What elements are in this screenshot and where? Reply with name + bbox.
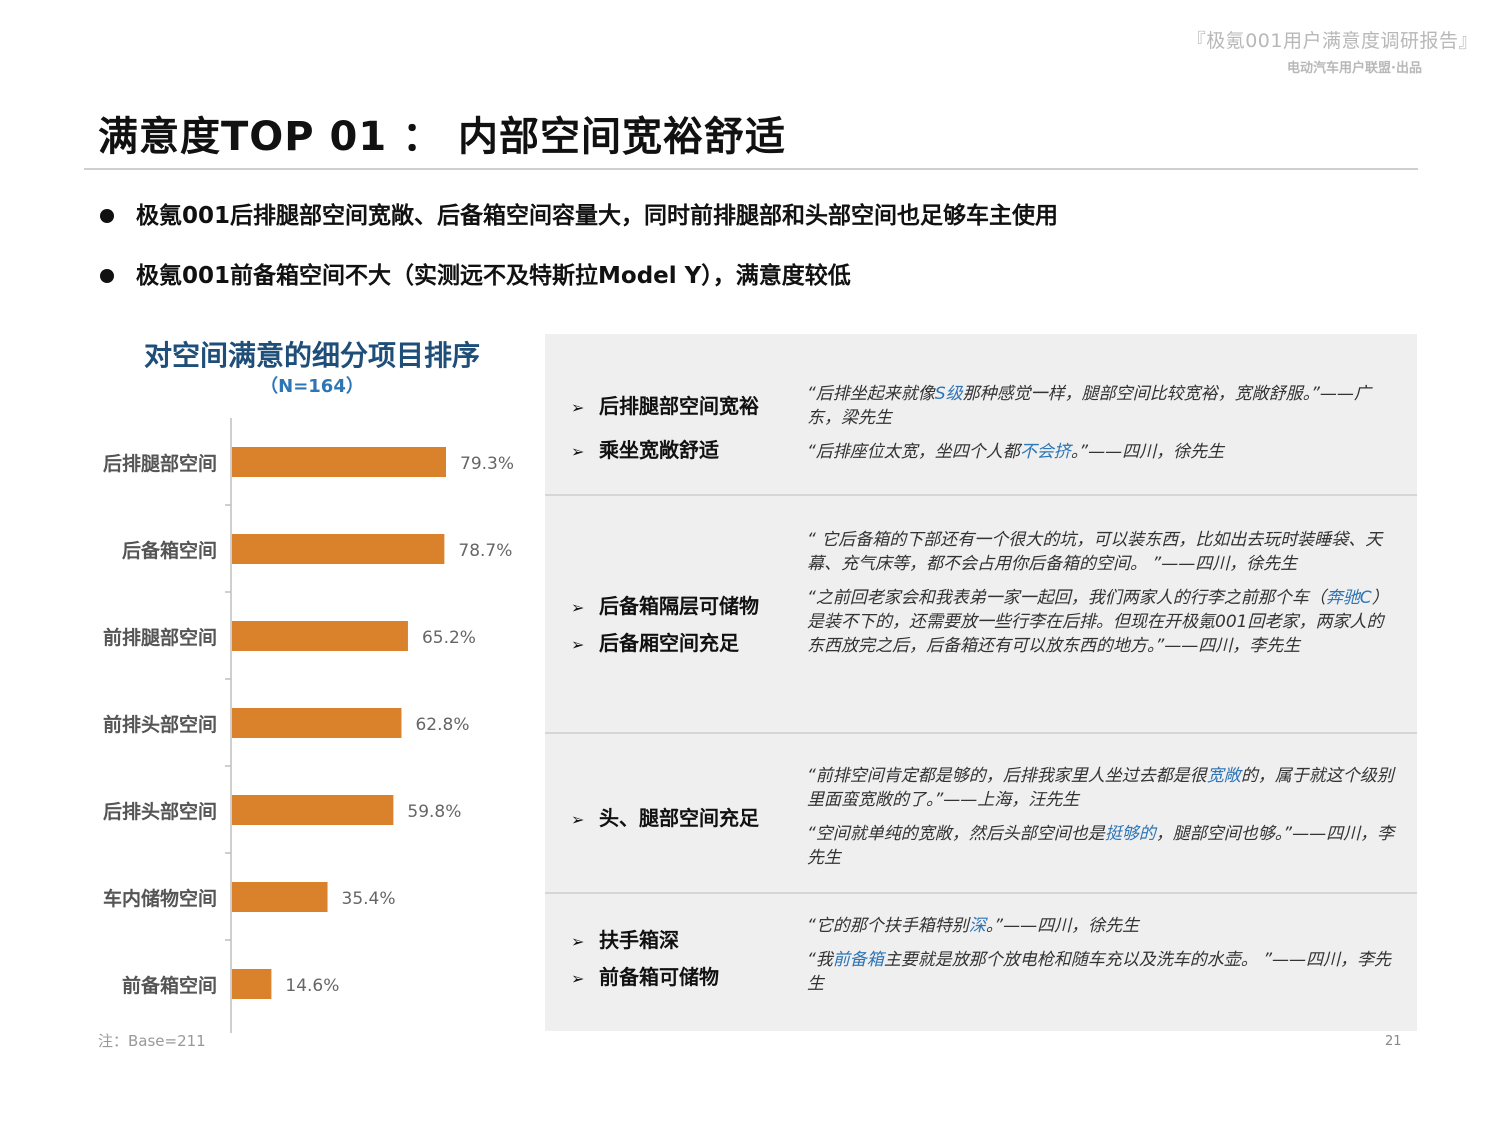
feedback-row: ➢ 扶手箱深 ➢ 前备箱可储物 “它的那个扶手箱特别深。”——四川，徐先生 “我前备箱主要…	[545, 894, 1417, 1031]
quote-text: “前排空间肯定都是够的，后排我家里人坐过去都是很	[807, 766, 1207, 786]
feedback-tag: ➢ 前备箱可储物	[571, 963, 719, 1000]
feedback-tags: ➢ 后备箱隔层可储物 ➢ 后备厢空间充足	[571, 592, 759, 666]
category-label: 前排头部空间	[103, 713, 217, 736]
feedback-tag: ➢ 后备箱隔层可储物	[571, 592, 759, 629]
feedback-quotes: “ 它后备箱的下部还有一个很大的坑，可以装东西，比如出去玩时装睡袋、天幕、充气床…	[807, 528, 1397, 668]
feedback-tag: ➢ 后排腿部空间宽裕	[571, 392, 759, 436]
user-quote: “后排座位太宽，坐四个人都不会挤。”——四川，徐先生	[807, 440, 1397, 464]
arrow-bullet-icon: ➢	[571, 810, 585, 829]
report-header: 『极氪001用户满意度调研报告』 电动汽车用户联盟·出品	[1187, 26, 1478, 76]
arrow-bullet-icon: ➢	[571, 598, 585, 617]
highlight-text: S级	[934, 384, 963, 404]
category-label: 后备箱空间	[122, 539, 217, 562]
highlight-text: 前备箱	[832, 950, 884, 970]
value-label: 35.4%	[342, 889, 396, 909]
publisher-label: 电动汽车用户联盟·出品	[1287, 61, 1422, 76]
bar	[232, 708, 402, 738]
value-label: 65.2%	[422, 628, 476, 648]
feedback-tag: ➢ 乘坐宽敞舒适	[571, 436, 759, 480]
highlight-text: 深	[968, 916, 986, 936]
user-quote: “后排坐起来就像S级那种感觉一样，腿部空间比较宽裕，宽敞舒服。”——广东，梁先生	[807, 382, 1397, 430]
page-number: 21	[1385, 1034, 1402, 1049]
feedback-tags: ➢ 头、腿部空间充足	[571, 804, 759, 841]
value-label: 79.3%	[460, 454, 514, 474]
highlight-text: 奔驰C	[1325, 588, 1372, 608]
highlight-text: 挺够的	[1104, 824, 1156, 844]
base-note: 注：Base=211	[98, 1032, 206, 1050]
arrow-bullet-icon: ➢	[571, 398, 585, 417]
feedback-panel: ➢ 后排腿部空间宽裕 ➢ 乘坐宽敞舒适 “后排坐起来就像S级那种感觉一样，腿部空间比较宽…	[545, 334, 1417, 1031]
category-label: 后排腿部空间	[103, 452, 217, 475]
satisfaction-bar-chart: 后排腿部空间 79.3% 后备箱空间 78.7% 前排腿部空间 65.2% 前排头部空间 62…	[103, 418, 514, 1033]
arrow-bullet-icon: ➢	[571, 932, 585, 951]
bar	[232, 621, 408, 651]
user-quote: “它的那个扶手箱特别深。”——四川，徐先生	[807, 914, 1397, 938]
feedback-tag-label: 头、腿部空间充足	[599, 806, 759, 830]
value-label: 59.8%	[407, 802, 461, 822]
quote-text: “ 它后备箱的下部还有一个很大的坑，可以装东西，比如出去玩时装睡袋、天幕、充气床…	[807, 530, 1383, 574]
category-label: 前备箱空间	[122, 974, 217, 997]
quote-text: “它的那个扶手箱特别	[807, 916, 969, 936]
feedback-tag-label: 乘坐宽敞舒适	[599, 438, 719, 462]
feedback-quotes: “后排坐起来就像S级那种感觉一样，腿部空间比较宽裕，宽敞舒服。”——广东，梁先生…	[807, 382, 1397, 474]
bar	[232, 447, 446, 477]
feedback-tag: ➢ 扶手箱深	[571, 926, 719, 963]
feedback-quotes: “它的那个扶手箱特别深。”——四川，徐先生 “我前备箱主要就是放那个放电枪和随车充…	[807, 914, 1397, 1006]
arrow-bullet-icon: ➢	[571, 969, 585, 988]
user-quote: “前排空间肯定都是够的，后排我家里人坐过去都是很宽敞的，属于就这个级别里面蛮宽敞…	[807, 764, 1397, 812]
category-label: 车内储物空间	[103, 887, 217, 910]
arrow-bullet-icon: ➢	[571, 442, 585, 461]
feedback-row: ➢ 头、腿部空间充足 “前排空间肯定都是够的，后排我家里人坐过去都是很宽敞的，属于就…	[545, 734, 1417, 892]
highlight-text: 不会挤	[1019, 442, 1071, 462]
highlight-text: 宽敞	[1206, 766, 1241, 786]
report-title: 『极氪001用户满意度调研报告』	[1186, 30, 1478, 52]
feedback-tag-label: 后排腿部空间宽裕	[599, 394, 759, 418]
quote-text: 。”——四川，徐先生	[1070, 442, 1225, 462]
feedback-tag-label: 前备箱可储物	[599, 965, 719, 989]
arrow-bullet-icon: ➢	[571, 635, 585, 654]
feedback-tag-label: 扶手箱深	[599, 928, 679, 952]
feedback-tag: ➢ 后备厢空间充足	[571, 629, 759, 666]
category-label: 前排腿部空间	[103, 626, 217, 649]
feedback-tags: ➢ 扶手箱深 ➢ 前备箱可储物	[571, 926, 719, 1000]
feedback-tags: ➢ 后排腿部空间宽裕 ➢ 乘坐宽敞舒适	[571, 392, 759, 480]
quote-text: “之前回老家会和我表弟一家一起回，我们两家人的行李之前那个车（	[807, 588, 1326, 608]
bar	[232, 882, 328, 912]
user-quote: “ 它后备箱的下部还有一个很大的坑，可以装东西，比如出去玩时装睡袋、天幕、充气床…	[807, 528, 1397, 576]
value-label: 78.7%	[458, 541, 512, 561]
value-label: 62.8%	[415, 715, 469, 735]
quote-text: “空间就单纯的宽敞，然后头部空间也是	[807, 824, 1105, 844]
bar	[232, 534, 445, 564]
feedback-row: ➢ 后备箱隔层可储物 ➢ 后备厢空间充足 “ 它后备箱的下部还有一个很大的坑，可以装东西…	[545, 496, 1417, 732]
user-quote: “我前备箱主要就是放那个放电枪和随车充以及洗车的水壶。 ”——四川，李先生	[807, 948, 1397, 996]
feedback-tag: ➢ 头、腿部空间充足	[571, 804, 759, 841]
feedback-tag-label: 后备厢空间充足	[599, 631, 739, 655]
feedback-row: ➢ 后排腿部空间宽裕 ➢ 乘坐宽敞舒适 “后排坐起来就像S级那种感觉一样，腿部空间比较宽…	[545, 334, 1417, 494]
quote-text: 主要就是放那个放电枪和随车充以及洗车的水壶。 ”——四川，李先生	[807, 950, 1392, 994]
bar	[232, 969, 272, 999]
user-quote: “之前回老家会和我表弟一家一起回，我们两家人的行李之前那个车（奔驰C）是装不下的…	[807, 586, 1397, 658]
value-label: 14.6%	[285, 976, 339, 996]
bar	[232, 795, 394, 825]
quote-text: “后排座位太宽，坐四个人都	[807, 442, 1020, 462]
quote-text: “后排坐起来就像	[807, 384, 935, 404]
quote-text: 。”——四川，徐先生	[985, 916, 1140, 936]
category-label: 后排头部空间	[103, 800, 217, 823]
feedback-quotes: “前排空间肯定都是够的，后排我家里人坐过去都是很宽敞的，属于就这个级别里面蛮宽敞…	[807, 764, 1397, 880]
quote-text: “我	[807, 950, 833, 970]
user-quote: “空间就单纯的宽敞，然后头部空间也是挺够的，腿部空间也够。”——四川，李先生	[807, 822, 1397, 870]
feedback-tag-label: 后备箱隔层可储物	[599, 594, 759, 618]
